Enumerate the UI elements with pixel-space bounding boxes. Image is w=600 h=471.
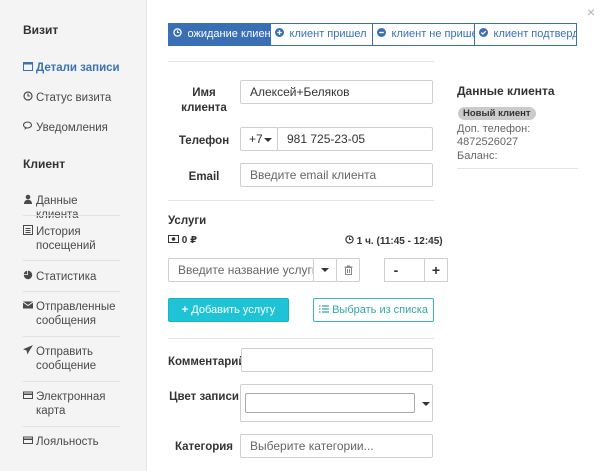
list-icon	[23, 225, 33, 240]
sidebar-item-label: Уведомления	[36, 122, 108, 134]
balance-label: Баланс:	[457, 150, 498, 162]
phone-label: Телефон	[178, 135, 230, 147]
add-service-button[interactable]: + Добавить услугу	[168, 298, 289, 322]
sidebar-item-loyalty[interactable]: Лояльность	[23, 435, 120, 450]
sidebar-item-visit-history[interactable]: История посещений	[23, 225, 120, 253]
sidebar-divider	[23, 336, 120, 337]
duration-info: 1 ч. (11:45 - 12:45)	[345, 235, 443, 247]
duration-value: 1 ч. (11:45 - 12:45)	[356, 236, 443, 247]
send-icon	[23, 345, 33, 360]
chevron-down-icon	[264, 138, 272, 142]
sidebar-item-label: Лояльность	[36, 436, 99, 448]
sidebar-divider	[23, 381, 120, 382]
plus-icon: +	[181, 304, 192, 316]
name-label: Имя клиента	[181, 87, 227, 114]
sidebar-item-label: Электронная карта	[36, 391, 106, 417]
divider	[168, 338, 434, 339]
sidebar-item-send-message[interactable]: Отправить сообщение	[23, 345, 120, 373]
plus-circle-icon	[275, 28, 287, 39]
calendar-icon	[23, 61, 33, 76]
sidebar-divider	[23, 426, 120, 427]
price-info: 0 ₽	[168, 235, 197, 246]
client-info-title: Данные клиента	[457, 84, 555, 98]
choose-from-list-button[interactable]: Выбрать из списка	[313, 298, 434, 322]
card-icon	[23, 435, 33, 450]
category-label: Категория	[174, 441, 234, 453]
visit-status-tabs: ожидание клиента клиент пришел клиент не…	[168, 23, 577, 46]
sidebar-item-label: Данные клиента	[36, 195, 79, 221]
tab-waiting[interactable]: ожидание клиента	[168, 23, 271, 46]
email-label: Email	[188, 171, 220, 183]
sidebar-heading-client: Клиент	[23, 157, 66, 171]
add-service-label: Добавить услугу	[191, 304, 276, 316]
clock-icon	[23, 91, 33, 106]
minus-circle-icon	[377, 28, 389, 39]
sidebar-divider	[23, 215, 120, 216]
comment-label: Комментарий	[168, 356, 246, 368]
pie-chart-icon	[23, 270, 33, 285]
money-icon	[168, 235, 182, 246]
sidebar-item-label: История посещений	[36, 226, 96, 252]
extra-phone-value: 4872526027	[457, 136, 519, 148]
tab-label: клиент пришел	[289, 28, 367, 40]
clock-icon	[345, 235, 357, 247]
check-circle-icon	[479, 28, 491, 39]
tab-no-show[interactable]: клиент не пришел	[372, 23, 475, 46]
divider	[457, 168, 578, 169]
sidebar-item-visit-status[interactable]: Статус визита	[23, 91, 120, 106]
sidebar-item-sent-messages[interactable]: Отправленные сообщения	[22, 300, 120, 328]
sidebar-item-details[interactable]: Детали записи	[23, 61, 120, 76]
card-icon	[23, 390, 33, 405]
quantity-minus-button[interactable]: -	[384, 258, 408, 282]
color-swatch[interactable]	[245, 393, 415, 413]
list-icon	[319, 304, 332, 316]
tab-label: клиент подтвердил	[493, 28, 576, 40]
tab-arrived[interactable]: клиент пришел	[270, 23, 373, 46]
tab-confirmed[interactable]: клиент подтвердил	[474, 23, 577, 46]
delete-service-button[interactable]	[336, 258, 360, 282]
sidebar-heading-visit: Визит	[23, 23, 59, 37]
sidebar-item-label: Детали записи	[36, 62, 120, 74]
sidebar-item-electronic-card[interactable]: Электронная карта	[23, 390, 120, 418]
choose-from-list-label: Выбрать из списка	[332, 304, 428, 316]
extra-phone-label: Доп. телефон:	[457, 123, 531, 135]
new-client-badge: Новый клиент	[458, 107, 536, 120]
service-dropdown-button[interactable]	[313, 258, 337, 282]
chevron-down-icon	[321, 268, 329, 272]
sidebar-item-label: Статус визита	[36, 92, 112, 104]
clock-icon	[173, 28, 185, 39]
sidebar-item-statistics[interactable]: Статистика	[23, 270, 120, 285]
color-label: Цвет записи	[169, 391, 239, 403]
chevron-down-icon	[422, 402, 430, 406]
envelope-icon	[22, 300, 34, 315]
sidebar-item-label: Отправить сообщение	[36, 346, 97, 372]
sidebar-item-label: Отправленные сообщения	[36, 301, 116, 327]
quantity-plus-button[interactable]: +	[424, 258, 448, 282]
email-input[interactable]: Введите email клиента	[240, 163, 433, 187]
sidebar-divider	[23, 260, 120, 261]
sidebar-item-notifications[interactable]: Уведомления	[22, 121, 120, 136]
comment-input[interactable]	[241, 348, 433, 372]
trash-icon	[344, 264, 353, 278]
name-input[interactable]: Алексей+Беляков	[240, 80, 433, 104]
tab-label: ожидание клиента	[187, 28, 271, 40]
services-heading: Услуги	[168, 215, 207, 227]
user-icon	[23, 194, 33, 209]
sidebar-item-client-data[interactable]: Данные клиента	[23, 194, 120, 222]
category-select[interactable]: Выберите категории...	[240, 434, 433, 458]
phone-country-code-select[interactable]: +7	[240, 127, 278, 151]
phone-code: +7	[249, 132, 263, 146]
tab-label: клиент не пришел	[391, 28, 475, 40]
sidebar-item-label: Статистика	[36, 271, 97, 283]
sidebar: Визит Детали записи Статус визита Уведом…	[0, 0, 147, 471]
sidebar-divider	[23, 291, 120, 292]
comments-icon	[22, 121, 33, 136]
divider	[168, 200, 434, 201]
divider	[168, 61, 434, 62]
close-icon[interactable]: ×	[587, 4, 595, 20]
service-search-input[interactable]: Введите название услуги	[168, 258, 314, 282]
price-value: 0 ₽	[181, 235, 198, 246]
phone-input[interactable]: 981 725-23-05	[277, 127, 433, 151]
